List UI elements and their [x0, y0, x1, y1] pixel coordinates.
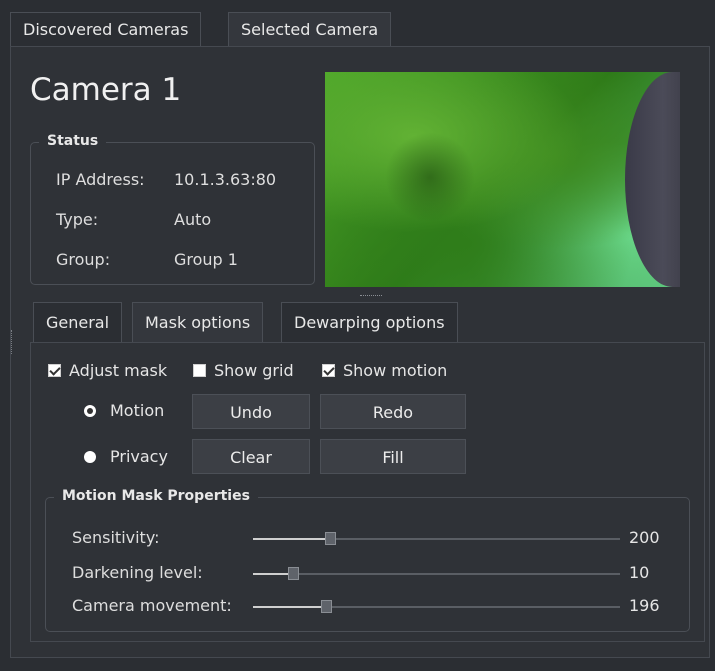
splitter-handle[interactable]: [360, 295, 382, 298]
type-value: Auto: [174, 210, 212, 229]
tab-dewarping-options[interactable]: Dewarping options: [281, 302, 458, 342]
fill-button[interactable]: Fill: [320, 439, 466, 474]
show-grid-label: Show grid: [214, 361, 294, 380]
group-value: Group 1: [174, 250, 238, 269]
ip-address-value: 10.1.3.63:80: [174, 170, 277, 189]
radio-dot: [84, 404, 96, 417]
top-tab-bar: Discovered Cameras Selected Camera: [10, 8, 710, 46]
motion-mask-properties-group: Motion Mask Properties Sensitivity: 200 …: [45, 488, 690, 632]
properties-group-title: Motion Mask Properties: [54, 488, 258, 504]
checkbox-box: [322, 364, 335, 377]
status-group-title: Status: [39, 133, 107, 149]
slider-track: [253, 600, 620, 613]
clear-button[interactable]: Clear: [192, 439, 310, 474]
undo-button[interactable]: Undo: [192, 394, 310, 429]
slider-track: [253, 567, 620, 580]
tab-mask-options[interactable]: Mask options: [132, 302, 264, 342]
radio-dot: [84, 450, 96, 463]
camera-movement-slider[interactable]: [253, 596, 620, 616]
sensitivity-slider[interactable]: [253, 528, 620, 548]
slider-fill: [253, 573, 293, 575]
tab-selected-camera[interactable]: Selected Camera: [228, 12, 392, 46]
motion-radio-label: Motion: [110, 401, 165, 420]
slider-handle[interactable]: [325, 532, 336, 545]
slider-track: [253, 532, 620, 545]
darkening-level-value: 10: [629, 563, 650, 582]
camera-preview-image[interactable]: [325, 72, 680, 287]
privacy-radio[interactable]: Privacy: [84, 447, 168, 466]
motion-radio[interactable]: Motion: [84, 401, 164, 420]
status-group: Status IP Address: 10.1.3.63:80 Type: Au…: [30, 133, 315, 285]
sensitivity-value: 200: [629, 528, 660, 547]
sensitivity-label: Sensitivity:: [72, 528, 160, 547]
slider-fill: [253, 538, 330, 540]
camera-movement-value: 196: [629, 596, 660, 615]
darkening-level-label: Darkening level:: [72, 563, 203, 582]
tab-discovered-cameras[interactable]: Discovered Cameras: [10, 12, 202, 46]
tab-general[interactable]: General: [33, 302, 123, 342]
camera-title: Camera 1: [30, 72, 182, 108]
show-grid-checkbox[interactable]: Show grid: [193, 361, 294, 380]
preview-dome-edge: [625, 72, 680, 287]
checkbox-box: [193, 364, 206, 377]
slider-fill: [253, 606, 326, 608]
checkbox-box: [48, 364, 61, 377]
side-grip-handle[interactable]: [11, 330, 15, 354]
ip-address-label: IP Address:: [56, 170, 145, 189]
camera-movement-label: Camera movement:: [72, 596, 232, 615]
redo-button[interactable]: Redo: [320, 394, 466, 429]
preview-foliage: [385, 132, 475, 222]
darkening-level-slider[interactable]: [253, 563, 620, 583]
slider-handle[interactable]: [288, 567, 299, 580]
group-label: Group:: [56, 250, 111, 269]
adjust-mask-label: Adjust mask: [69, 361, 168, 380]
privacy-radio-label: Privacy: [110, 447, 168, 466]
adjust-mask-checkbox[interactable]: Adjust mask: [48, 361, 167, 380]
type-label: Type:: [56, 210, 99, 229]
show-motion-label: Show motion: [343, 361, 448, 380]
show-motion-checkbox[interactable]: Show motion: [322, 361, 447, 380]
slider-handle[interactable]: [321, 600, 332, 613]
